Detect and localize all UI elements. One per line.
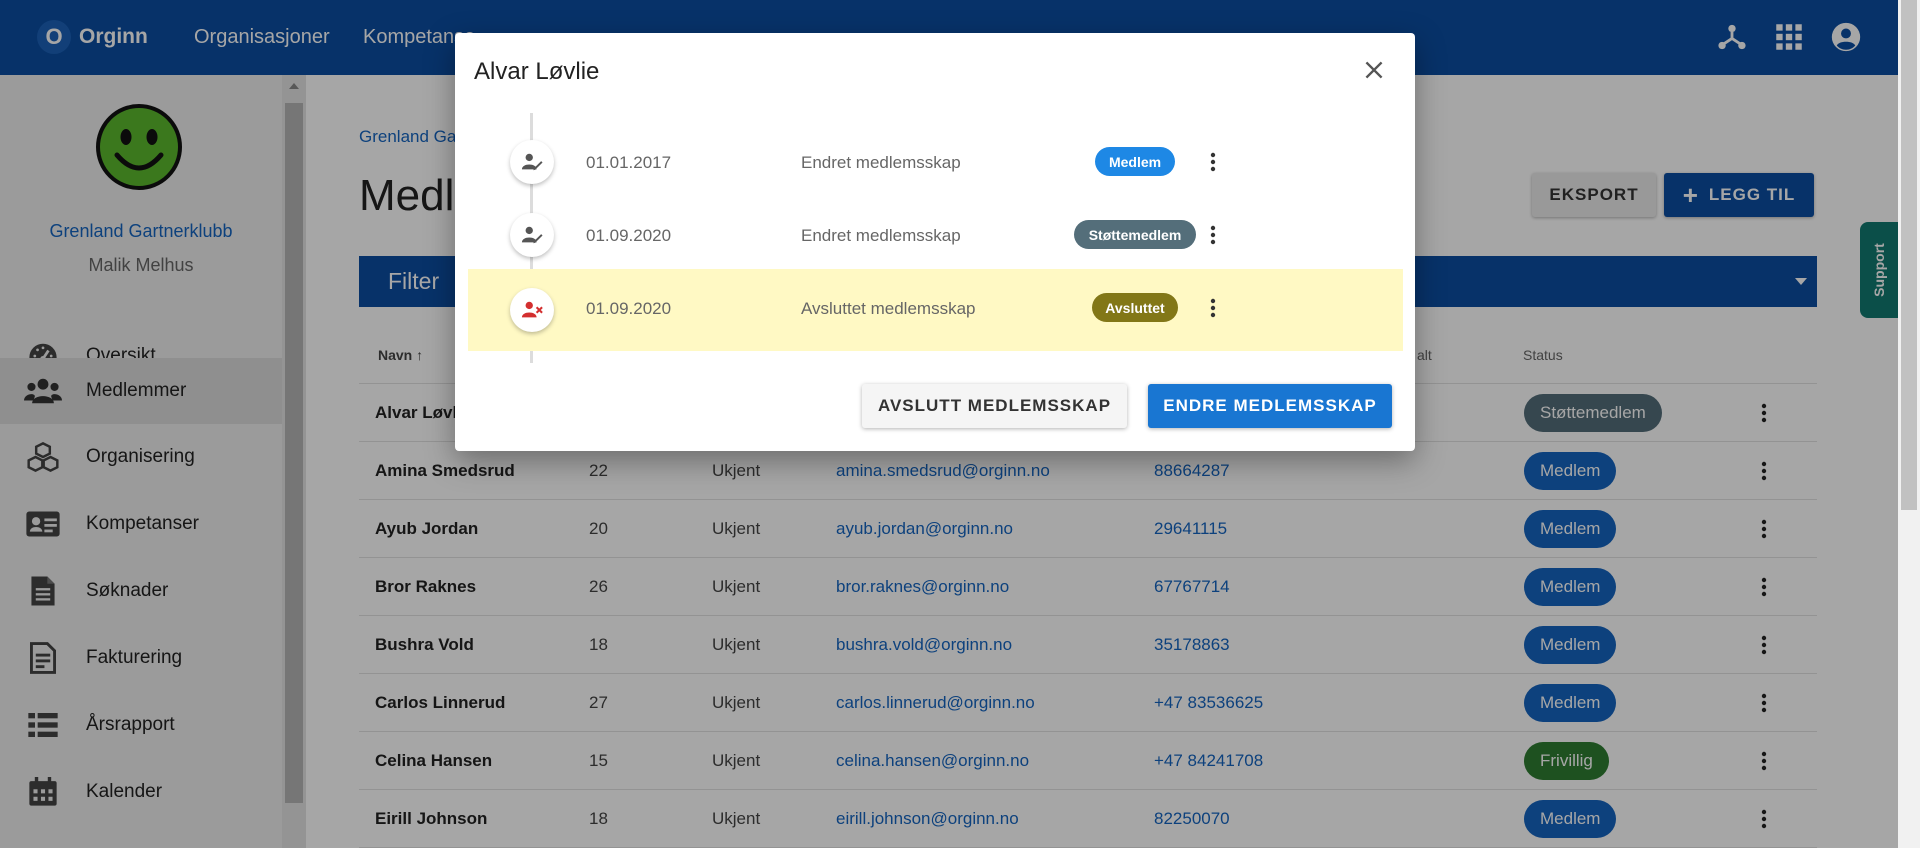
user-edit-icon	[510, 140, 554, 184]
more-vert-icon[interactable]	[1201, 296, 1225, 320]
more-vert-icon[interactable]	[1201, 150, 1225, 174]
window-scroll-thumb[interactable]	[1901, 0, 1917, 510]
membership-type-badge: Støttemedlem	[1074, 220, 1196, 249]
dialog-title: Alvar Løvlie	[474, 58, 600, 85]
membership-history-entry: 01.09.2020 Avsluttet medlemsskap Avsluttet	[468, 269, 1403, 351]
window-scrollbar[interactable]	[1898, 0, 1920, 848]
end-membership-button[interactable]: AVSLUTT MEDLEMSSKAP	[862, 384, 1127, 428]
user-remove-icon	[510, 288, 554, 332]
user-edit-icon	[510, 213, 554, 257]
membership-history-entry: 01.09.2020 Endret medlemsskap Støttemedlem	[468, 198, 1403, 272]
membership-type-badge: Medlem	[1095, 147, 1175, 176]
change-membership-button[interactable]: ENDRE MEDLEMSSKAP	[1148, 384, 1392, 428]
entry-description: Avsluttet medlemsskap	[801, 299, 976, 318]
membership-history-dialog: Alvar Løvlie 01.01.2017 Endret medlemsska…	[455, 33, 1415, 451]
entry-date: 01.09.2020	[586, 226, 672, 245]
entry-date: 01.01.2017	[586, 153, 672, 172]
membership-type-badge: Avsluttet	[1092, 293, 1178, 322]
more-vert-icon[interactable]	[1201, 223, 1225, 247]
close-icon[interactable]	[1361, 57, 1387, 83]
membership-history-entry: 01.01.2017 Endret medlemsskap Medlem	[468, 125, 1403, 199]
entry-description: Endret medlemsskap	[801, 153, 961, 172]
entry-date: 01.09.2020	[586, 299, 672, 318]
entry-description: Endret medlemsskap	[801, 226, 961, 245]
